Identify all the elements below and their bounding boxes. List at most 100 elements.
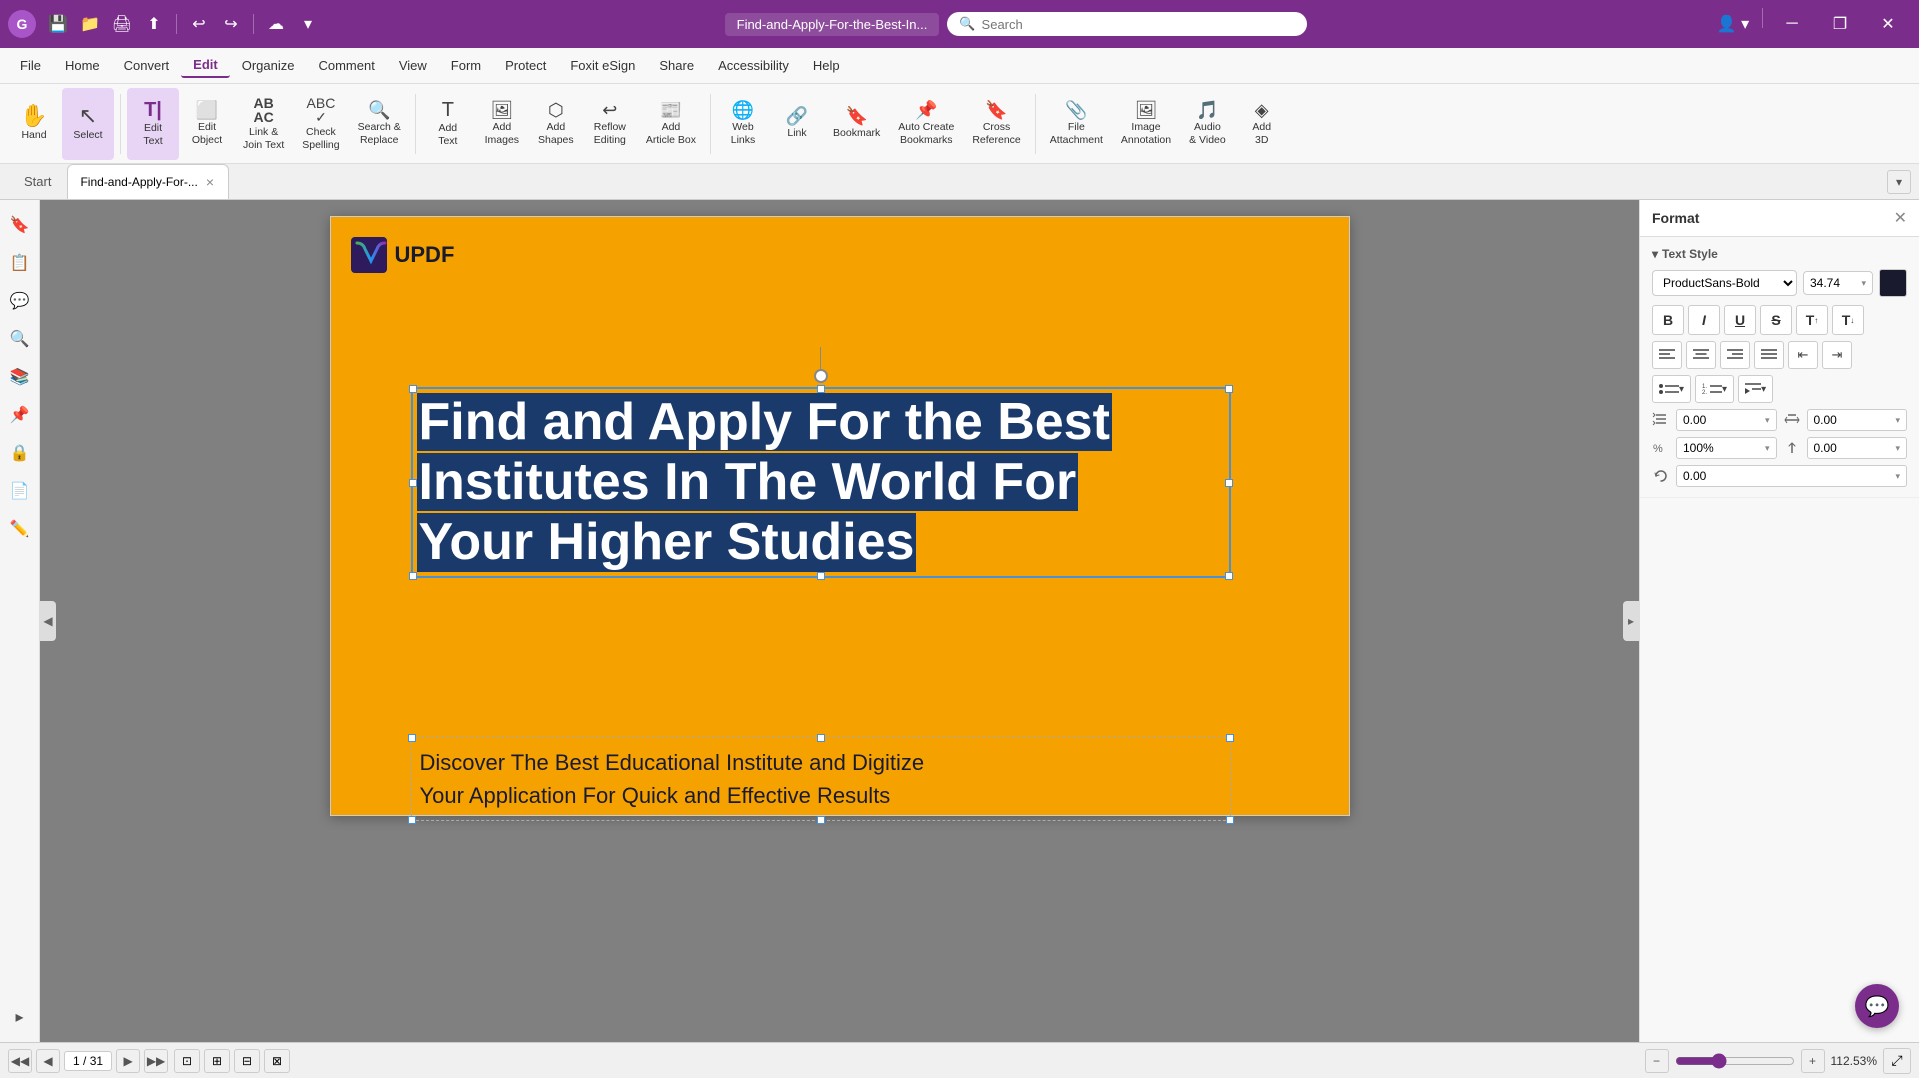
tool-add-images[interactable]: 🖼 AddImages — [476, 88, 528, 160]
tool-bookmark[interactable]: 🔖 Bookmark — [825, 88, 888, 160]
font-size-arrow[interactable]: ▾ — [1861, 278, 1866, 289]
minimize-button[interactable]: ─ — [1769, 8, 1815, 40]
menu-accessibility[interactable]: Accessibility — [706, 54, 801, 77]
resize-bl[interactable] — [409, 572, 417, 580]
first-page-button[interactable]: ◀◀ — [8, 1049, 32, 1073]
rotate-handle[interactable] — [814, 369, 828, 383]
bold-button[interactable]: B — [1652, 305, 1684, 335]
numbered-list-button[interactable]: 1.2. ▾ — [1695, 375, 1734, 403]
resize-br[interactable] — [1225, 572, 1233, 580]
align-left-button[interactable] — [1652, 341, 1682, 369]
resize-tl[interactable] — [409, 385, 417, 393]
resize-bc[interactable] — [817, 572, 825, 580]
undo-button[interactable]: ↩ — [185, 10, 213, 38]
fit-width-btn[interactable]: ⊞ — [204, 1049, 230, 1073]
tool-add-text[interactable]: T AddText — [422, 88, 474, 160]
sidebar-search-icon[interactable]: 🔍 — [3, 322, 37, 356]
left-panel-toggle[interactable]: ◀ — [40, 601, 56, 641]
text-color-swatch[interactable] — [1879, 269, 1907, 297]
save-button[interactable]: 💾 — [44, 10, 72, 38]
zoom-out-button[interactable]: − — [1645, 1049, 1669, 1073]
zoom-in-button[interactable]: + — [1801, 1049, 1825, 1073]
right-panel-toggle[interactable]: ▸ — [1623, 601, 1639, 641]
strikethrough-button[interactable]: S — [1760, 305, 1792, 335]
tool-add-3d[interactable]: ◈ Add3D — [1236, 88, 1288, 160]
search-bar[interactable]: 🔍 — [947, 12, 1307, 36]
dropdown-button[interactable]: ▾ — [294, 10, 322, 38]
indent-decrease-button[interactable]: ⇤ — [1788, 341, 1818, 369]
menu-foxit[interactable]: Foxit eSign — [558, 54, 647, 77]
subscript-button[interactable]: T↓ — [1832, 305, 1864, 335]
maximize-button[interactable]: ❐ — [1817, 8, 1863, 40]
menu-organize[interactable]: Organize — [230, 54, 307, 77]
rotate-value[interactable]: 0.00 ▾ — [1676, 465, 1907, 487]
scale-value[interactable]: 100% ▾ — [1676, 437, 1777, 459]
font-name-select[interactable]: ProductSans-Bold — [1652, 270, 1797, 296]
tool-image-annotation[interactable]: 🖼 ImageAnnotation — [1113, 88, 1179, 160]
share-button[interactable]: ⬆ — [140, 10, 168, 38]
menu-form[interactable]: Form — [439, 54, 493, 77]
menu-protect[interactable]: Protect — [493, 54, 558, 77]
sidebar-edit-icon[interactable]: ✏️ — [3, 512, 37, 546]
prev-page-button[interactable]: ◀ — [36, 1049, 60, 1073]
sidebar-content-icon[interactable]: 📄 — [3, 474, 37, 508]
open-button[interactable]: 📁 — [76, 10, 104, 38]
tab-close-button[interactable]: × — [204, 174, 216, 190]
italic-button[interactable]: I — [1688, 305, 1720, 335]
tool-add-article[interactable]: 📰 AddArticle Box — [638, 88, 704, 160]
menu-share[interactable]: Share — [647, 54, 706, 77]
sub-resize-bc[interactable] — [817, 816, 825, 824]
menu-help[interactable]: Help — [801, 54, 852, 77]
text-selection-box[interactable]: Find and Apply For the Best Institutes I… — [411, 387, 1231, 578]
cloud-button[interactable]: ☁ — [262, 10, 290, 38]
tool-audio-video[interactable]: 🎵 Audio& Video — [1181, 88, 1234, 160]
rise-value[interactable]: 0.00 ▾ — [1807, 437, 1908, 459]
sidebar-bookmark-icon[interactable]: 🔖 — [3, 208, 37, 242]
text-box-container[interactable]: Find and Apply For the Best Institutes I… — [411, 347, 1231, 578]
superscript-button[interactable]: T↑ — [1796, 305, 1828, 335]
search-input[interactable] — [982, 17, 1296, 32]
tab-start[interactable]: Start — [8, 164, 67, 199]
tool-reflow[interactable]: ↩ ReflowEditing — [584, 88, 636, 160]
sub-text-box[interactable]: Discover The Best Educational Institute … — [411, 737, 1231, 821]
tool-link[interactable]: 🔗 Link — [771, 88, 823, 160]
fullscreen-button[interactable]: ⤢ — [1883, 1048, 1911, 1074]
text-indent-button[interactable]: ▾ — [1738, 375, 1773, 403]
bullet-list-button[interactable]: ▾ — [1652, 375, 1691, 403]
sub-resize-tl[interactable] — [408, 734, 416, 742]
align-center-button[interactable] — [1686, 341, 1716, 369]
sub-resize-tc[interactable] — [817, 734, 825, 742]
tool-hand[interactable]: ✋ Hand — [8, 88, 60, 160]
sidebar-pages-icon[interactable]: 📋 — [3, 246, 37, 280]
tool-search-replace[interactable]: 🔍 Search &Replace — [350, 88, 409, 160]
tool-cross-reference[interactable]: 🔖 CrossReference — [964, 88, 1028, 160]
menu-convert[interactable]: Convert — [112, 54, 182, 77]
tool-edit-text[interactable]: T| EditText — [127, 88, 179, 160]
sidebar-attachments-icon[interactable]: 📌 — [3, 398, 37, 432]
tab-dropdown[interactable]: ▾ — [1887, 170, 1911, 194]
format-panel-close[interactable]: ✕ — [1894, 208, 1907, 228]
char-spacing-value[interactable]: 0.00 ▾ — [1807, 409, 1908, 431]
sidebar-collapse-icon[interactable]: ▸ — [3, 1000, 37, 1034]
tool-select[interactable]: ↖ Select — [62, 88, 114, 160]
tool-auto-create[interactable]: 📌 Auto CreateBookmarks — [890, 88, 962, 160]
single-page-btn[interactable]: ⊡ — [174, 1049, 200, 1073]
indent-increase-button[interactable]: ⇥ — [1822, 341, 1852, 369]
align-justify-button[interactable] — [1754, 341, 1784, 369]
print-button[interactable]: 🖨 — [108, 10, 136, 38]
underline-button[interactable]: U — [1724, 305, 1756, 335]
next-page-button[interactable]: ▶ — [116, 1049, 140, 1073]
resize-tc[interactable] — [817, 385, 825, 393]
zoom-slider[interactable] — [1675, 1053, 1795, 1069]
menu-home[interactable]: Home — [53, 54, 112, 77]
multi-page-btn[interactable]: ⊠ — [264, 1049, 290, 1073]
collapse-icon[interactable]: ▾ — [1652, 247, 1658, 261]
sub-resize-bl[interactable] — [408, 816, 416, 824]
page-indicator[interactable]: 1 / 31 — [64, 1051, 112, 1071]
line-spacing-value[interactable]: 0.00 ▾ — [1676, 409, 1777, 431]
tool-edit-object[interactable]: ⬜ EditObject — [181, 88, 233, 160]
tool-file-attachment[interactable]: 📎 FileAttachment — [1042, 88, 1111, 160]
sidebar-comments-icon[interactable]: 💬 — [3, 284, 37, 318]
user-button[interactable]: 👤 ▾ — [1710, 8, 1756, 40]
menu-view[interactable]: View — [387, 54, 439, 77]
